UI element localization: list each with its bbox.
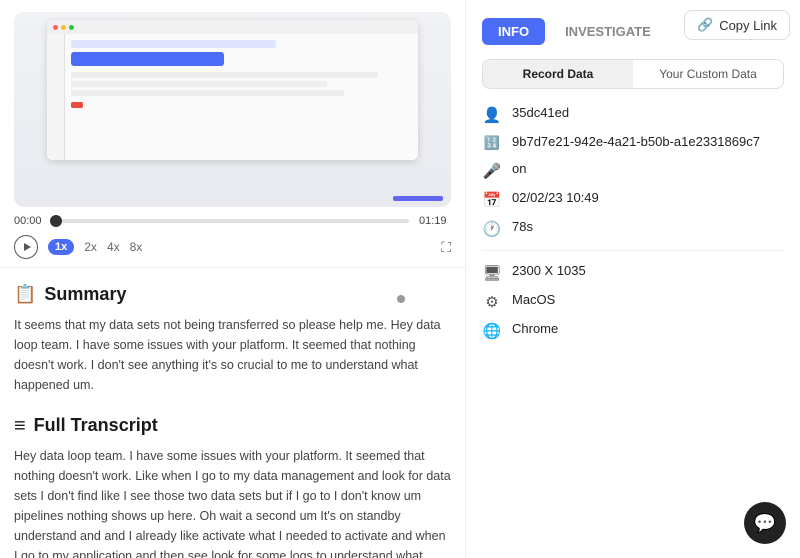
chat-bubble[interactable]: 💬 [744,502,786,544]
speed-8x[interactable]: 8x [130,240,143,254]
info-row-os: ⚙ MacOS [482,292,784,311]
browser-value: Chrome [512,321,558,336]
play-icon [24,243,31,251]
right-panel: 🔗 Copy Link INFO INVESTIGATE ANALYTICS R… [465,0,800,558]
transcript-icon: ≡ [14,416,26,436]
user-id-value: 35dc41ed [512,105,569,120]
toggle-record-data[interactable]: Record Data [483,60,633,88]
fullscreen-button[interactable]: ⛶ [441,239,451,256]
left-panel: 00:00 01:19 1x 2x 4x 8x ⛶ [0,0,465,558]
video-controls: 00:00 01:19 1x 2x 4x 8x ⛶ [0,207,465,268]
transcript-text: Hey data loop team. I have some issues w… [14,446,451,558]
copy-link-icon: 🔗 [697,17,713,33]
speed-2x[interactable]: 2x [84,240,97,254]
time-end: 01:19 [419,215,451,227]
info-rows-system: 🖥 2300 X 1035 ⚙ MacOS 🌐 Chrome [482,263,784,340]
session-icon: 🔢 [482,135,502,151]
content-area: 📋 Summary It seems that my data sets not… [0,268,465,558]
info-row-status: 🎤 on [482,161,784,180]
info-row-session: 🔢 9b7d7e21-942e-4a21-b50b-a1e2331869c7 [482,134,784,151]
clock-icon: 🕐 [482,220,502,238]
play-button[interactable] [14,235,38,259]
info-rows: 👤 35dc41ed 🔢 9b7d7e21-942e-4a21-b50b-a1e… [482,105,784,238]
mic-icon: 🎤 [482,162,502,180]
tab-investigate[interactable]: INVESTIGATE [549,18,667,45]
user-icon: 👤 [482,106,502,124]
summary-icon: 📋 [14,284,36,305]
duration-value: 78s [512,219,533,234]
session-id-value: 9b7d7e21-942e-4a21-b50b-a1e2331869c7 [512,134,760,149]
datetime-value: 02/02/23 10:49 [512,190,599,205]
time-start: 00:00 [14,215,46,227]
transcript-title-text: Full Transcript [34,415,158,436]
monitor-icon: 🖥 [482,264,502,282]
info-row-browser: 🌐 Chrome [482,321,784,340]
status-value: on [512,161,526,176]
summary-text: It seems that my data sets not being tra… [14,315,451,395]
os-icon: ⚙ [482,293,502,311]
speed-1x[interactable]: 1x [48,239,74,255]
speed-4x[interactable]: 4x [107,240,120,254]
chat-icon: 💬 [754,513,776,534]
summary-section-title: 📋 Summary [14,284,451,305]
summary-title: Summary [44,284,126,305]
calendar-icon: 📅 [482,191,502,209]
info-row-userid: 👤 35dc41ed [482,105,784,124]
data-toggle: Record Data Your Custom Data [482,59,784,89]
info-row-duration: 🕐 78s [482,219,784,238]
tab-info[interactable]: INFO [482,18,545,45]
progress-track[interactable] [56,219,409,223]
info-row-resolution: 🖥 2300 X 1035 [482,263,784,282]
browser-icon: 🌐 [482,322,502,340]
info-row-datetime: 📅 02/02/23 10:49 [482,190,784,209]
copy-link-label: Copy Link [719,18,777,33]
resolution-value: 2300 X 1035 [512,263,586,278]
transcript-section-title: ≡ Full Transcript [14,415,451,436]
os-value: MacOS [512,292,555,307]
toggle-custom-data[interactable]: Your Custom Data [633,60,783,88]
divider [482,250,784,251]
video-area [14,12,451,207]
copy-link-button[interactable]: 🔗 Copy Link [684,10,790,40]
